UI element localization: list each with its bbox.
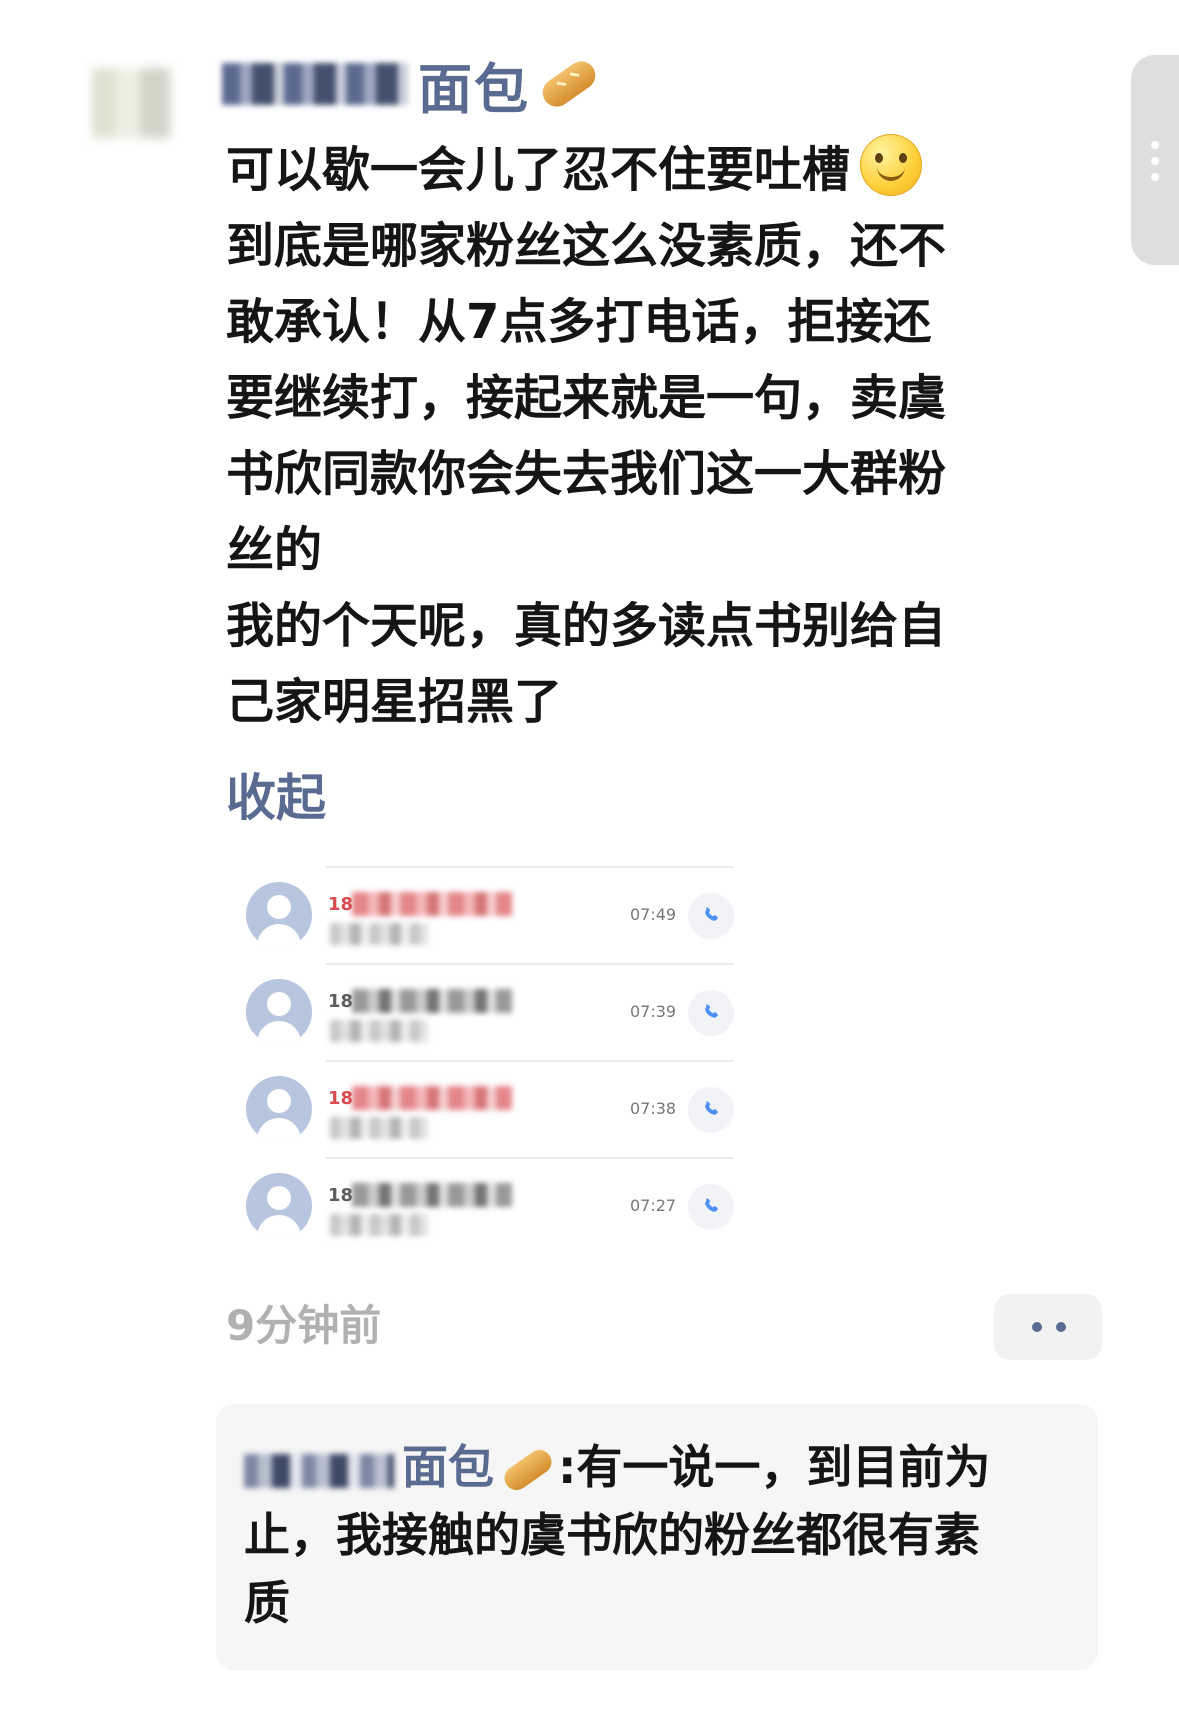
call-back-button[interactable] [688,1184,734,1230]
call-log-row[interactable]: 18 07:27 [244,1157,734,1258]
author-name-suffix: 面包 [418,57,530,121]
post-line-5: 书欣同款你会失去我们这一大群粉 [226,446,947,502]
post-text: 可以歇一会儿了忍不住要吐槽 到底是哪家粉丝这么没素质，还不 敢承认！从7点多打电… [226,132,1076,740]
call-log-row[interactable]: 18 07:38 [244,1060,734,1161]
call-log-row[interactable]: 18 07:49 [244,866,734,967]
phone-number-prefix: 18 [328,1088,354,1109]
call-back-button[interactable] [688,990,734,1036]
phone-icon [705,1198,718,1212]
post-line-3: 敢承认！从7点多打电话，拒接还 [226,294,932,350]
call-time: 07:39 [630,1002,677,1021]
redacted-call-meta [330,1020,428,1042]
post-line-1: 可以歇一会儿了忍不住要吐槽 [226,132,1076,208]
redacted-call-meta [330,1214,428,1236]
side-drawer-handle[interactable] [1131,55,1179,265]
call-row-divider [326,1060,734,1062]
baguette-bread-icon [499,1445,557,1495]
blurred-avatar [92,68,170,138]
post-line-6: 丝的 [226,522,323,578]
redacted-name [222,63,408,105]
post-line-8: 己家明星招黑了 [226,674,563,730]
redacted-phone-number [352,1183,512,1207]
phone-icon [705,907,718,921]
collapse-link[interactable]: 收起 [226,766,326,830]
call-back-button[interactable] [688,1087,734,1133]
post-line-4: 要继续打，接起来就是一句，卖虞 [226,370,947,426]
post-line-2: 到底是哪家粉丝这么没素质，还不 [226,218,947,274]
comment-separator: : [558,1440,577,1494]
call-time: 07:27 [630,1196,677,1215]
contact-avatar-icon [246,1173,312,1239]
post-line-7: 我的个天呢，真的多读点书别给自 [226,598,947,654]
redacted-call-meta [330,1117,428,1139]
post-timestamp: 9分钟前 [226,1301,382,1350]
call-log-screenshot: 18 07:49 18 07:39 18 07:38 18 07:27 [244,866,734,1258]
redacted-phone-number [352,989,512,1013]
call-row-divider [326,866,734,868]
more-options-button[interactable] [994,1294,1102,1360]
phone-icon [705,1004,718,1018]
call-time: 07:49 [630,905,677,924]
post-line-1-text: 可以歇一会儿了忍不住要吐槽 [226,142,851,198]
comment-first-line: 面包:有一说一，到目前为 [244,1436,990,1498]
smile-emoji-icon [860,134,923,196]
comment-third-line: 质 [244,1576,290,1630]
post-author[interactable]: 面包 [222,48,601,121]
call-row-divider [326,963,734,965]
phone-icon [705,1101,718,1115]
contact-avatar-icon [246,1076,312,1142]
commenter-name-suffix[interactable]: 面包 [402,1440,494,1494]
redacted-call-meta [330,923,428,945]
call-time: 07:38 [630,1099,677,1118]
phone-number-prefix: 18 [328,894,354,915]
phone-number-prefix: 18 [328,1185,354,1206]
contact-avatar-icon [246,979,312,1045]
baguette-bread-icon [537,55,601,113]
redacted-phone-number [352,892,512,916]
call-back-button[interactable] [688,893,734,939]
redacted-phone-number [352,1086,512,1110]
vertical-dots-icon [1151,141,1159,149]
redacted-commenter-name [244,1454,394,1488]
comment-box[interactable]: 面包:有一说一，到目前为 止，我接触的虞书欣的粉丝都很有素 质 [216,1404,1098,1670]
call-row-divider [326,1157,734,1159]
comment-text-first: 有一说一，到目前为 [576,1440,991,1494]
phone-number-prefix: 18 [328,991,354,1012]
comment-second-line: 止，我接触的虞书欣的粉丝都很有素 [244,1508,980,1562]
contact-avatar-icon [246,882,312,948]
call-log-row[interactable]: 18 07:39 [244,963,734,1064]
